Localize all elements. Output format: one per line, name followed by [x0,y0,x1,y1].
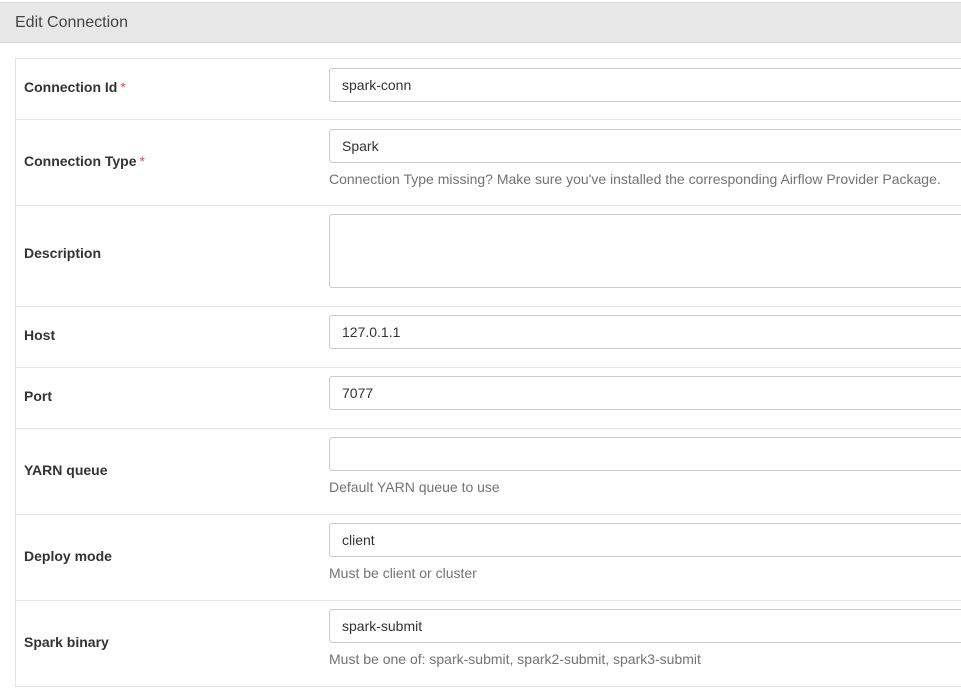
form-row-yarn-queue: YARN queue Default YARN queue to use [16,429,961,515]
form-row-description: Description [16,206,961,307]
connection-id-input[interactable] [329,68,961,102]
form-row-spark-binary: Spark binary Must be one of: spark-submi… [16,601,961,687]
deploy-mode-label: Deploy mode [24,548,112,564]
spark-binary-input[interactable] [329,609,961,643]
yarn-queue-input[interactable] [329,437,961,471]
connection-type-label: Connection Type * [24,153,145,169]
deploy-mode-input[interactable] [329,523,961,557]
connection-type-select[interactable]: Spark [329,129,961,163]
port-label: Port [24,388,52,404]
form-row-host: Host [16,307,961,368]
yarn-queue-label: YARN queue [24,462,108,478]
required-marker: * [120,79,126,95]
connection-form: Connection Id* Connection Type* Spark Co… [15,58,961,687]
deploy-mode-help: Must be client or cluster [329,565,477,581]
description-textarea[interactable] [329,214,961,288]
connection-type-help: Connection Type missing? Make sure you'v… [329,171,941,187]
form-row-port: Port [16,368,961,429]
panel-heading: Edit Connection [0,2,961,43]
form-row-connection-type: Connection Type * Spark Connection Type m… [16,120,961,206]
host-input[interactable] [329,315,961,349]
host-label: Host [24,327,56,343]
port-input[interactable] [329,376,961,410]
required-marker: * [139,153,145,169]
form-row-deploy-mode: Deploy mode Must be client or cluster [16,515,961,601]
description-label: Description [24,245,102,261]
spark-binary-help: Must be one of: spark-submit, spark2-sub… [329,651,701,667]
spark-binary-label: Spark binary [24,634,109,650]
page-title: Edit Connection [15,14,128,31]
yarn-queue-help: Default YARN queue to use [329,479,500,495]
form-row-connection-id: Connection Id * [16,59,961,120]
connection-id-label: Connection Id * [24,79,126,95]
